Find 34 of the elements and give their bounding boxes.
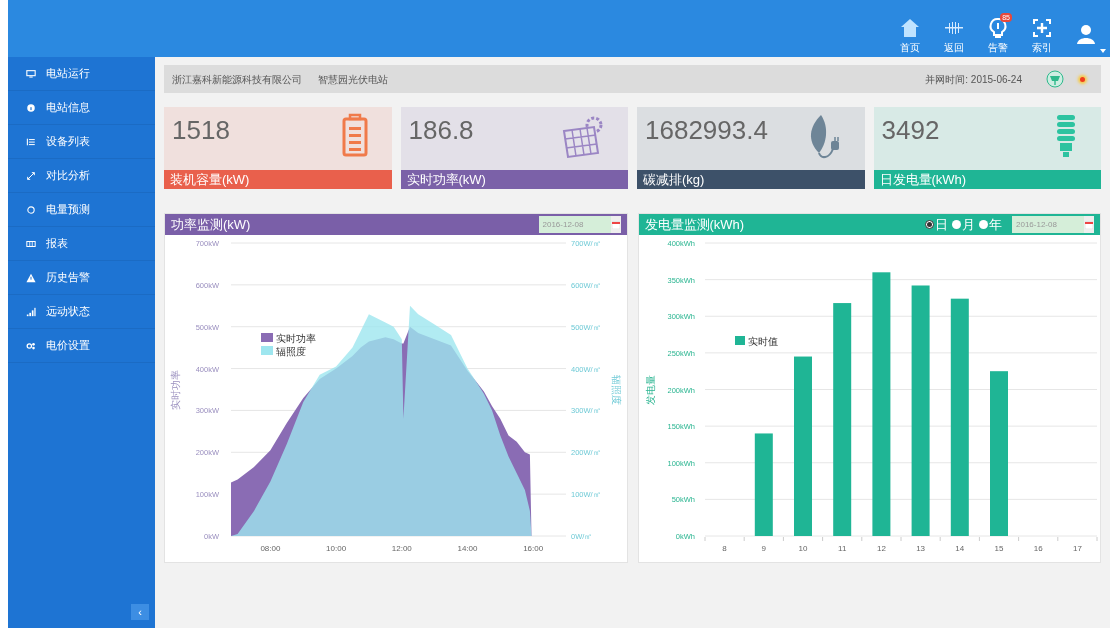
axis-label: 10:00 bbox=[326, 544, 347, 553]
stat-value: 1682993.4 bbox=[645, 117, 768, 143]
axis-label: 16 bbox=[1033, 544, 1043, 553]
grid-connection-date: 并网时间: 2015-06-24 bbox=[925, 72, 1022, 87]
legend-label: 实时功率 bbox=[276, 332, 316, 344]
axis-label: 08:00 bbox=[260, 544, 281, 553]
axis-label: 14 bbox=[954, 544, 964, 553]
legend-label: 辐照度 bbox=[276, 345, 306, 357]
axis-label: 8 bbox=[721, 544, 727, 553]
stat-label: 碳减排(kg) bbox=[637, 170, 865, 189]
axis-label: 15 bbox=[994, 544, 1003, 553]
axis-label: 16:00 bbox=[523, 544, 544, 553]
stat-label: 装机容量(kW) bbox=[164, 170, 392, 189]
panel-title: 功率监测(kW) bbox=[171, 215, 251, 234]
axis-label: 14:00 bbox=[457, 544, 478, 553]
stat-value: 3492 bbox=[881, 117, 940, 143]
axis-label: 12:00 bbox=[391, 544, 412, 553]
axis-title: 实时功率 bbox=[170, 370, 181, 410]
axis-label: 13 bbox=[915, 544, 925, 553]
axis-title: 辐照度 bbox=[611, 375, 622, 405]
axis-label: 10 bbox=[798, 544, 807, 553]
stat-label: 日发电量(kWh) bbox=[873, 170, 1101, 189]
axis-label: 17 bbox=[1072, 544, 1082, 553]
axis-title: 发电量 bbox=[644, 375, 656, 405]
company-name: 浙江嘉科新能源科技有限公司 bbox=[172, 72, 302, 87]
legend-label: 实时值 bbox=[747, 335, 778, 347]
axis-label: 9 bbox=[761, 544, 766, 553]
axis-label: 12 bbox=[876, 544, 886, 553]
station-name: 智慧园光伏电站 bbox=[318, 72, 388, 87]
stat-label: 实时功率(kW) bbox=[400, 170, 628, 189]
stat-value: 186.8 bbox=[408, 117, 474, 143]
panel-title: 发电量监测(kWh) bbox=[644, 215, 745, 234]
stat-value: 1518 bbox=[172, 117, 230, 143]
axis-label: 11 bbox=[837, 544, 846, 553]
